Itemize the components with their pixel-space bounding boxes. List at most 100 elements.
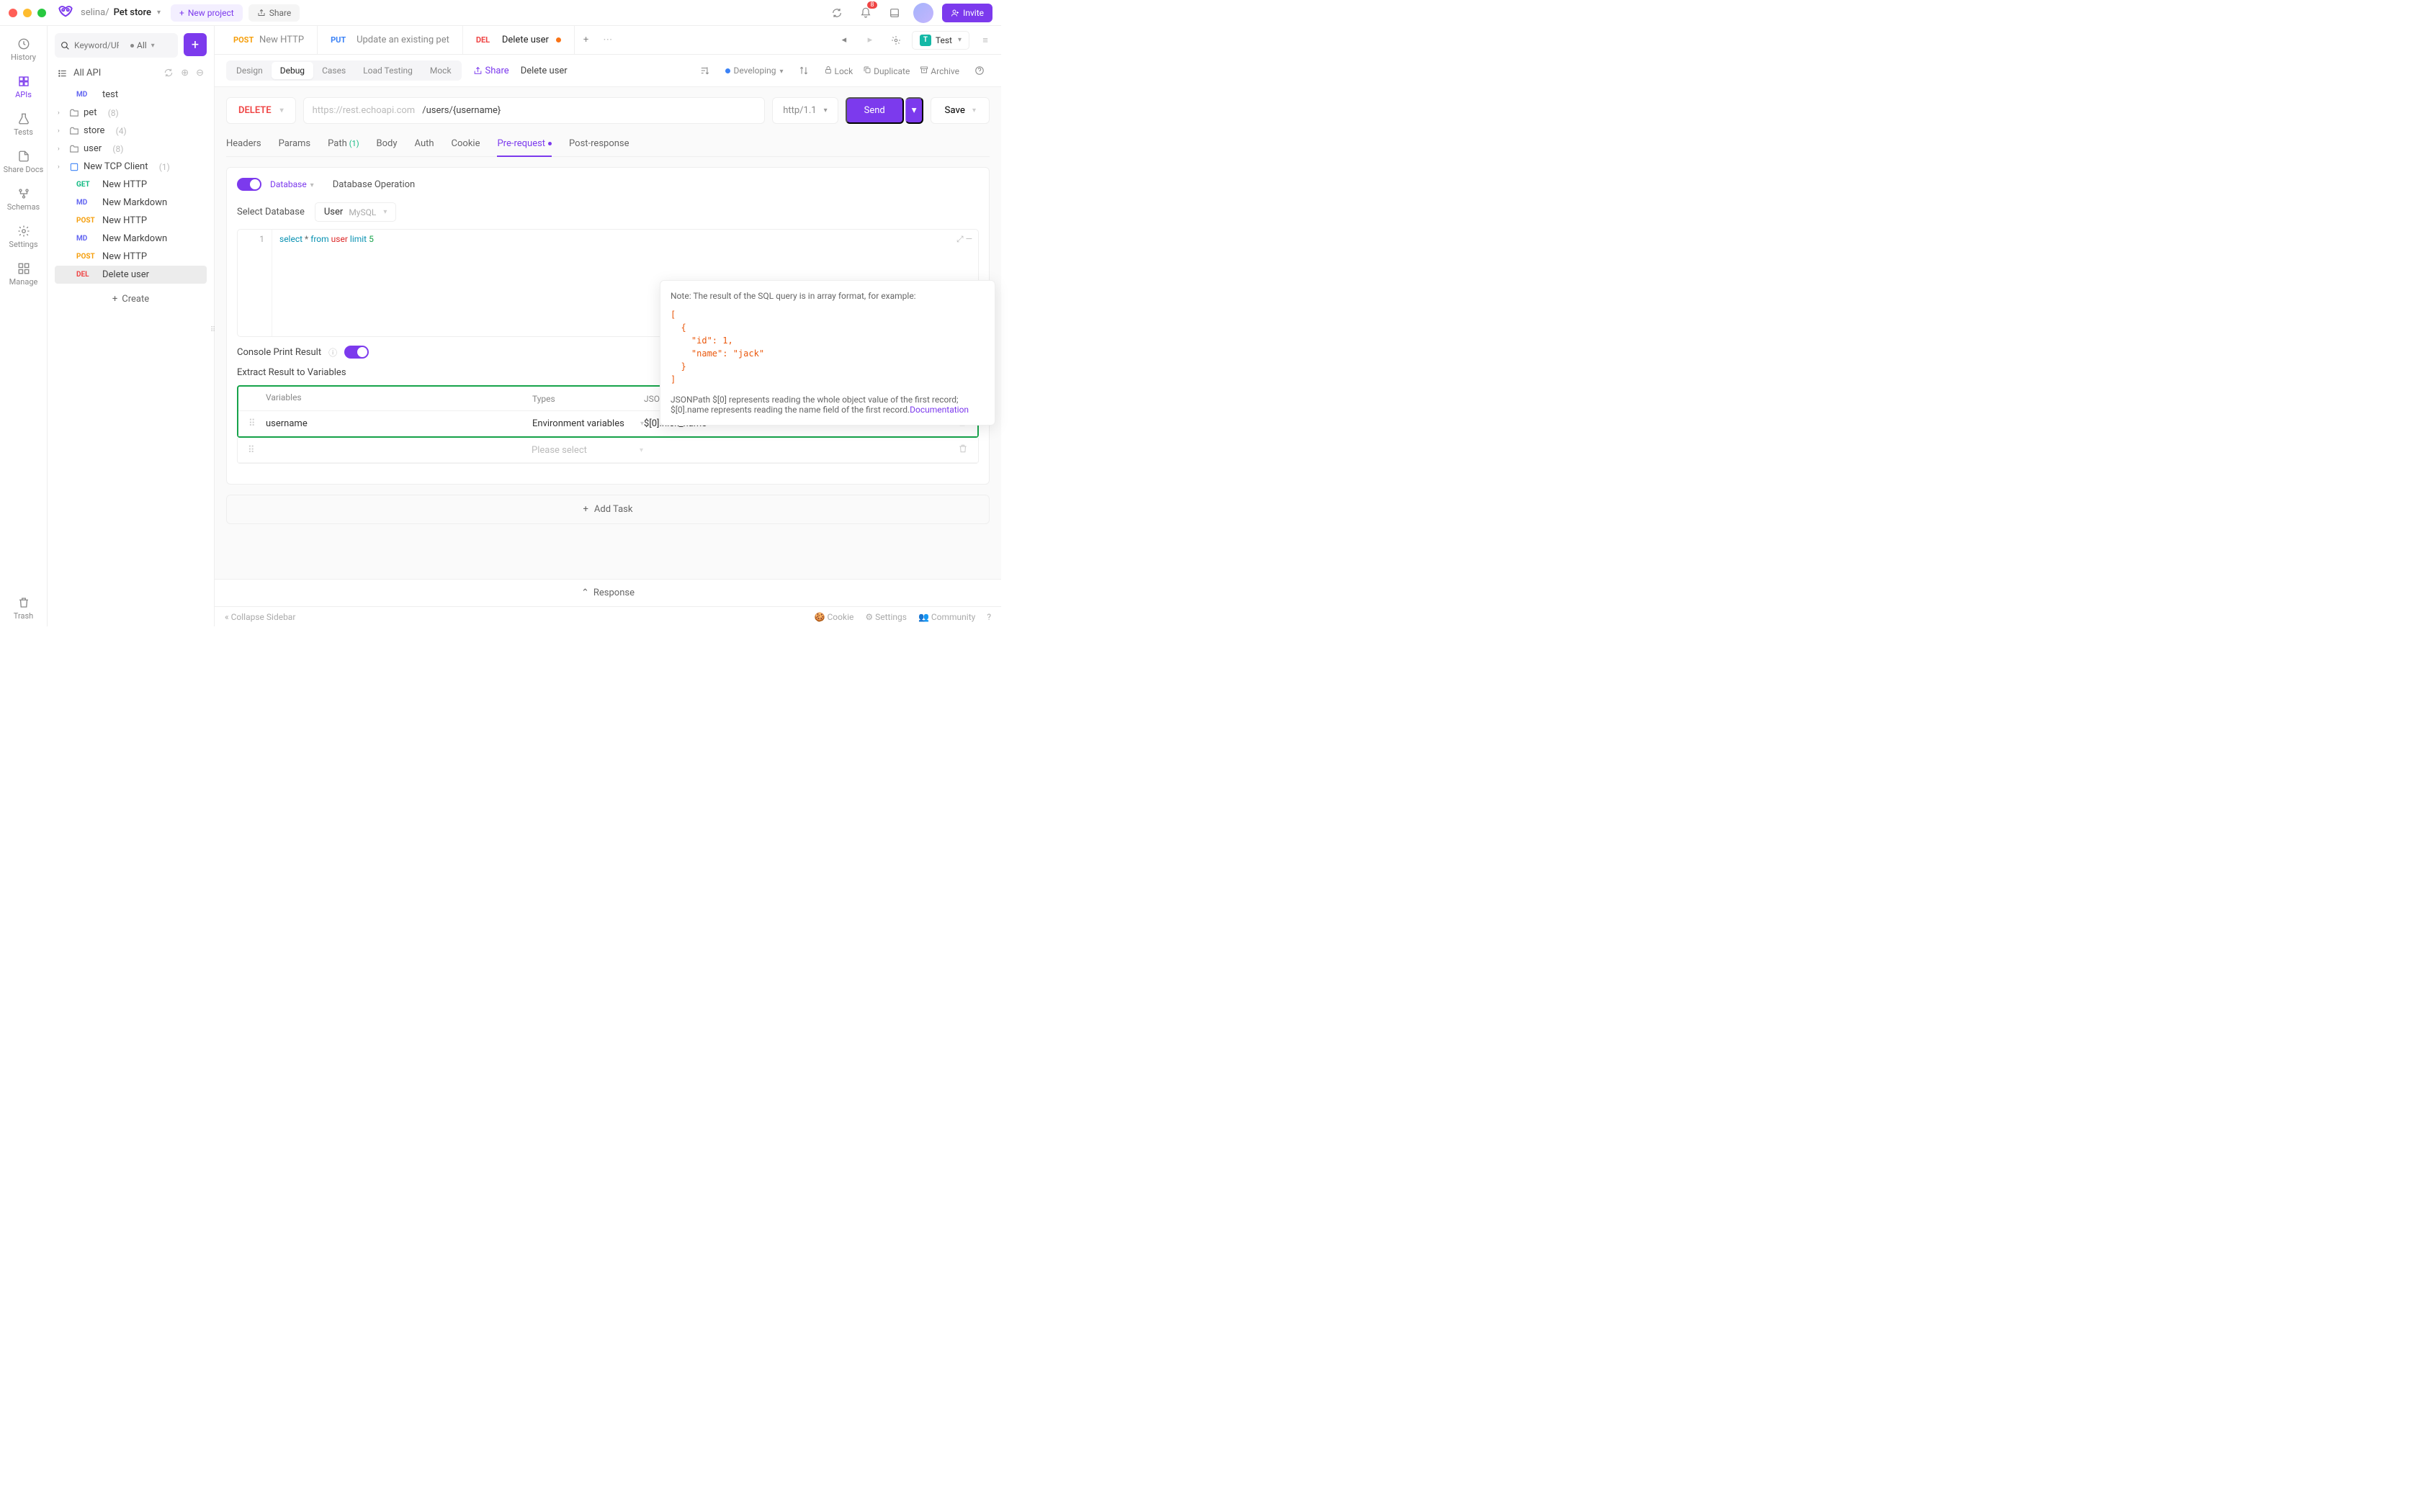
nav-manage[interactable]: Manage — [0, 256, 47, 292]
var-type-selector[interactable]: Please select▾ — [532, 445, 643, 456]
status-selector[interactable]: Developing ▾ — [725, 66, 783, 76]
tab-pre-request[interactable]: Pre-request — [497, 134, 552, 156]
maximize-window[interactable] — [37, 9, 46, 17]
project-name[interactable]: Pet store — [114, 7, 151, 18]
mode-design[interactable]: Design — [228, 62, 272, 79]
footer-settings[interactable]: ⚙ Settings — [865, 612, 907, 622]
drag-handle-icon[interactable]: ⠿ — [248, 445, 258, 456]
var-type-selector[interactable]: Environment variables▾ — [532, 418, 644, 429]
invite-button[interactable]: Invite — [942, 4, 992, 22]
share-button[interactable]: Share — [248, 4, 300, 22]
console-toggle[interactable] — [344, 346, 369, 359]
add-tab-button[interactable]: + — [575, 26, 597, 54]
variable-row-empty[interactable]: ⠿ Please select▾ — [238, 438, 978, 463]
sort-icon[interactable] — [695, 60, 715, 81]
tab-delete-user[interactable]: DELDelete user — [463, 26, 575, 54]
nav-history[interactable]: History — [0, 32, 47, 68]
close-window[interactable] — [9, 9, 17, 17]
tab-new-http[interactable]: POSTNew HTTP — [220, 26, 318, 54]
prev-tab-icon[interactable]: ◂ — [834, 30, 854, 50]
tree-item-http1[interactable]: GETNew HTTP — [55, 176, 207, 194]
tab-path[interactable]: Path(1) — [328, 134, 359, 156]
nav-settings[interactable]: Settings — [0, 219, 47, 255]
env-list-icon[interactable]: ≡ — [975, 30, 995, 50]
workspace-name[interactable]: selina — [81, 7, 105, 18]
tree-item-md2[interactable]: MDNew Markdown — [55, 230, 207, 248]
filter-dropdown[interactable]: All▾ — [123, 37, 162, 54]
duplicate-button[interactable]: Duplicate — [863, 66, 910, 76]
tree-item-http3[interactable]: POSTNew HTTP — [55, 248, 207, 266]
swap-icon[interactable] — [794, 60, 814, 81]
tree-item-tcp[interactable]: ›New TCP Client (1) — [55, 158, 207, 176]
nav-schemas[interactable]: Schemas — [0, 181, 47, 217]
mode-debug[interactable]: Debug — [272, 62, 313, 79]
var-name[interactable]: username — [266, 418, 532, 429]
tab-body[interactable]: Body — [377, 134, 398, 156]
dirty-indicator — [556, 37, 561, 42]
send-button[interactable]: Send — [846, 97, 904, 124]
delete-icon[interactable] — [958, 444, 968, 456]
response-panel-header[interactable]: ⌃Response — [215, 579, 1001, 606]
tree-item-test[interactable]: MDtest — [55, 86, 207, 104]
gear-icon[interactable] — [886, 30, 906, 50]
footer: « Collapse Sidebar 🍪 Cookie ⚙ Settings 👥… — [215, 606, 1001, 626]
mode-cases[interactable]: Cases — [313, 62, 354, 79]
tree-item-pet[interactable]: ›pet (8) — [55, 104, 207, 122]
new-project-button[interactable]: +New project — [171, 4, 243, 22]
minimize-window[interactable] — [23, 9, 32, 17]
collapse-sidebar-button[interactable]: « Collapse Sidebar — [225, 612, 295, 622]
http-version-selector[interactable]: http/1.1▾ — [772, 97, 838, 124]
tree-item-store[interactable]: ›store (4) — [55, 122, 207, 140]
tab-auth[interactable]: Auth — [415, 134, 434, 156]
notifications-icon[interactable]: 8 — [856, 3, 876, 23]
db-toggle[interactable] — [237, 178, 261, 191]
tree-item-md1[interactable]: MDNew Markdown — [55, 194, 207, 212]
chevron-down-icon[interactable]: ▾ — [157, 9, 161, 17]
share-api-button[interactable]: Share — [473, 66, 509, 76]
send-dropdown[interactable]: ▾ — [905, 97, 924, 124]
sync-icon[interactable] — [827, 3, 847, 23]
tree-item-user[interactable]: ›user (8) — [55, 140, 207, 158]
save-button[interactable]: Save▾ — [931, 97, 990, 124]
info-icon[interactable]: ⓘ — [328, 346, 337, 359]
avatar[interactable] — [913, 3, 933, 23]
lock-button[interactable]: Lock — [824, 66, 853, 76]
environment-selector[interactable]: TTest▾ — [912, 31, 969, 50]
help-icon[interactable] — [969, 60, 990, 81]
nav-apis[interactable]: APIs — [0, 69, 47, 105]
collapse-icon[interactable]: ⊖ — [196, 68, 204, 78]
tree-item-delete-user[interactable]: DELDelete user — [55, 266, 207, 284]
method-selector[interactable]: DELETE▾ — [226, 97, 296, 124]
nav-share-docs[interactable]: Share Docs — [0, 144, 47, 180]
tab-headers[interactable]: Headers — [226, 134, 261, 156]
panel-icon[interactable] — [884, 3, 905, 23]
archive-button[interactable]: Archive — [920, 66, 959, 76]
tree-item-http2[interactable]: POSTNew HTTP — [55, 212, 207, 230]
footer-community[interactable]: 👥 Community — [918, 612, 975, 622]
db-type-selector[interactable]: Database ▾ — [270, 179, 314, 189]
footer-help-icon[interactable]: ? — [987, 612, 991, 622]
footer-cookie[interactable]: 🍪 Cookie — [815, 612, 854, 622]
mode-mock[interactable]: Mock — [421, 62, 460, 79]
add-button[interactable]: + — [184, 33, 207, 56]
all-api-header[interactable]: All API ⊕ ⊖ — [55, 63, 207, 83]
tab-update-pet[interactable]: PUTUpdate an existing pet — [318, 26, 463, 54]
create-button[interactable]: +Create — [55, 288, 207, 310]
documentation-link[interactable]: Documentation — [910, 405, 969, 415]
more-tabs-icon[interactable]: ⋯ — [597, 35, 618, 45]
nav-tests[interactable]: Tests — [0, 107, 47, 143]
nav-trash[interactable]: Trash — [0, 590, 47, 626]
expand-icon[interactable]: ⊕ — [181, 68, 189, 78]
search-input[interactable]: All▾ — [55, 33, 178, 58]
mode-load[interactable]: Load Testing — [354, 62, 421, 79]
drag-handle-icon[interactable]: ⠿ — [248, 418, 259, 429]
expand-icon[interactable]: ⤢ — — [956, 234, 972, 245]
refresh-icon[interactable] — [163, 68, 174, 78]
next-tab-icon[interactable]: ▸ — [860, 30, 880, 50]
url-input[interactable]: https://rest.echoapi.com/users/{username… — [303, 97, 766, 124]
db-selector[interactable]: UserMySQL▾ — [315, 202, 396, 222]
tab-post-response[interactable]: Post-response — [569, 134, 629, 156]
tab-cookie[interactable]: Cookie — [452, 134, 480, 156]
add-task-button[interactable]: +Add Task — [226, 495, 990, 524]
tab-params[interactable]: Params — [279, 134, 311, 156]
